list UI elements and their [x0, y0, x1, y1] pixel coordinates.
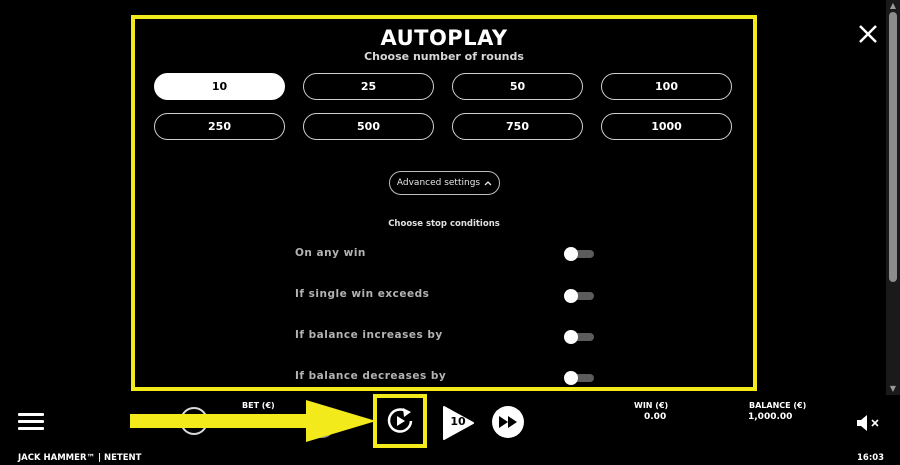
scrollbar[interactable]: ▲ ▼ [886, 0, 900, 395]
stop-condition-balance-decrease-label: If balance decreases by [295, 370, 447, 382]
stop-condition-any-win-label: On any win [295, 247, 366, 259]
autoplay-panel: AUTOPLAY Choose number of rounds 10 25 5… [131, 15, 757, 391]
menu-icon [18, 420, 44, 423]
clock: 16:03 [857, 453, 885, 463]
advanced-settings-label: Advanced settings [396, 178, 481, 188]
scroll-thumb[interactable] [889, 12, 897, 282]
autoplay-icon [387, 408, 413, 433]
balance-label: BALANCE (€) [749, 401, 807, 410]
chevron-up-icon [484, 181, 492, 186]
toggle-knob [564, 247, 578, 261]
menu-icon [18, 427, 44, 430]
scroll-up-icon[interactable]: ▲ [886, 0, 900, 12]
spin-count: 10 [450, 415, 466, 428]
stop-condition-single-win-toggle[interactable] [564, 289, 594, 303]
scroll-down-icon[interactable]: ▼ [886, 383, 900, 395]
advanced-settings-button[interactable]: Advanced settings [389, 171, 500, 195]
win-value: 0.00 [644, 412, 667, 422]
stop-condition-balance-increase-label: If balance increases by [295, 329, 443, 341]
toggle-knob [564, 330, 578, 344]
toggle-knob [564, 371, 578, 385]
rounds-option-10[interactable]: 10 [154, 73, 285, 100]
panel-title: AUTOPLAY [380, 26, 508, 50]
game-name: JACK HAMMER™ | NETENT [18, 453, 142, 463]
rounds-option-50[interactable]: 50 [452, 73, 583, 100]
arrow-right-icon [130, 400, 376, 442]
stop-conditions-title: Choose stop conditions [388, 219, 500, 229]
rounds-option-100[interactable]: 100 [601, 73, 732, 100]
balance-value: 1,000.00 [748, 412, 793, 422]
rounds-option-750[interactable]: 750 [452, 113, 583, 140]
menu-icon [18, 413, 44, 416]
rounds-option-250[interactable]: 250 [154, 113, 285, 140]
autoplay-button[interactable] [373, 394, 427, 448]
close-icon [859, 25, 877, 43]
menu-button[interactable] [18, 413, 44, 431]
speaker-muted-icon [857, 415, 879, 431]
stop-condition-balance-increase-toggle[interactable] [564, 330, 594, 344]
stop-condition-any-win-toggle[interactable] [564, 247, 594, 261]
rounds-option-500[interactable]: 500 [303, 113, 434, 140]
toggle-knob [564, 289, 578, 303]
stop-condition-single-win-label: If single win exceeds [295, 288, 430, 300]
fast-forward-icon [499, 416, 517, 428]
spin-button[interactable]: 10 [442, 406, 474, 440]
win-label: WIN (€) [634, 401, 669, 410]
rounds-option-25[interactable]: 25 [303, 73, 434, 100]
panel-subtitle: Choose number of rounds [364, 50, 524, 63]
rounds-option-1000[interactable]: 1000 [601, 113, 732, 140]
sound-button[interactable] [856, 413, 882, 433]
stop-condition-balance-decrease-toggle[interactable] [564, 371, 594, 385]
close-button[interactable] [856, 22, 880, 46]
turbo-button[interactable] [492, 406, 524, 438]
